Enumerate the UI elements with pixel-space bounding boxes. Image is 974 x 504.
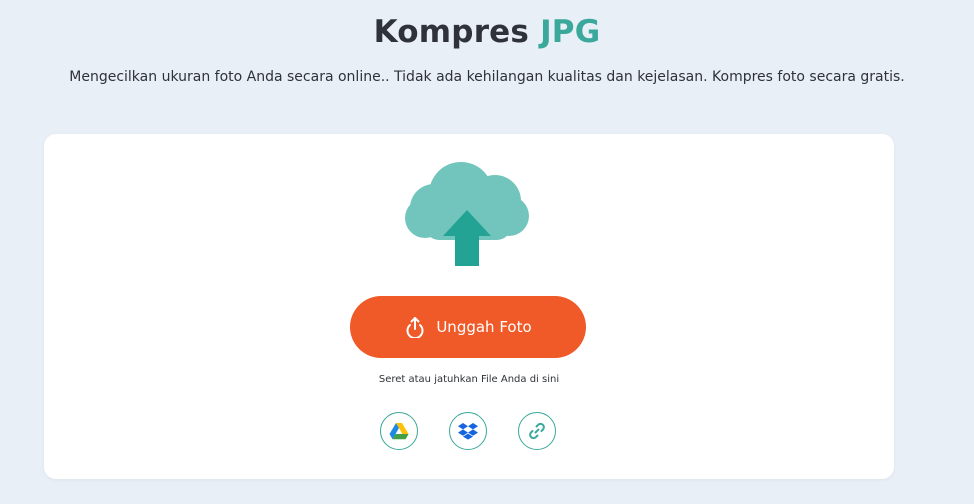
page-title: Kompres JPG — [0, 12, 974, 52]
google-drive-icon — [389, 423, 409, 440]
page-title-accent: JPG — [540, 14, 601, 50]
google-drive-button[interactable] — [380, 412, 418, 450]
upload-photo-button[interactable]: Unggah Foto — [350, 296, 586, 358]
page-title-main: Kompres — [373, 14, 541, 50]
upload-photo-button-label: Unggah Foto — [436, 318, 532, 336]
upload-card: Unggah Foto Seret atau jatuhkan File And… — [44, 134, 894, 479]
upload-sources — [380, 412, 560, 452]
drop-hint: Seret atau jatuhkan File Anda di sini — [378, 374, 560, 385]
dropbox-button[interactable] — [449, 412, 487, 450]
link-button[interactable] — [518, 412, 556, 450]
page-subtitle: Mengecilkan ukuran foto Anda secara onli… — [69, 69, 905, 85]
link-icon — [529, 422, 545, 440]
cloud-upload-icon — [405, 162, 529, 266]
dropbox-icon — [458, 423, 478, 440]
upload-icon — [406, 317, 424, 338]
